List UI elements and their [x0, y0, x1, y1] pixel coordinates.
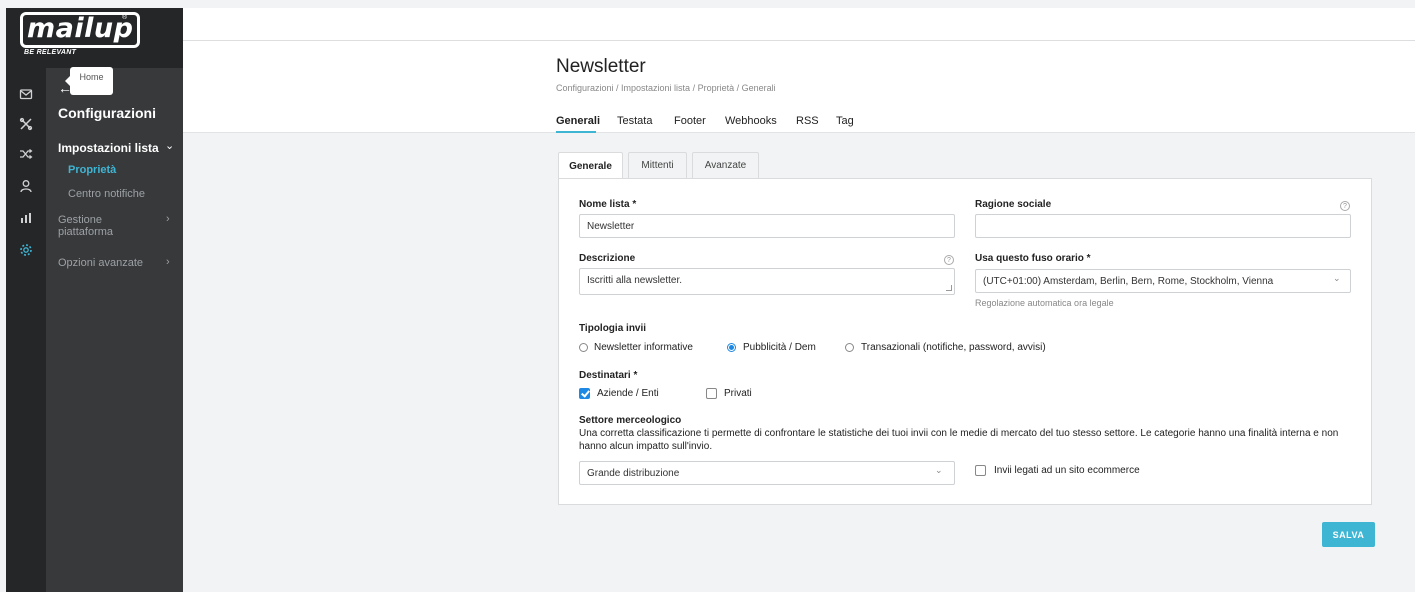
sidebar-item-impostazioni-lista[interactable]: Impostazioni lista [58, 141, 159, 155]
help-icon[interactable]: ? [1340, 201, 1350, 211]
sidebar-item-centro-notifiche[interactable]: Centro notifiche [68, 188, 145, 200]
recipients-label: Destinatari * [579, 370, 638, 381]
sidebar-item-gestione-piattaforma[interactable]: Gestione piattaforma [58, 214, 153, 238]
tab-webhooks[interactable]: Webhooks [725, 115, 777, 127]
radio-pubblicita-dem[interactable] [727, 343, 736, 352]
breadcrumb[interactable]: Configurazioni / Impostazioni lista / Pr… [556, 83, 776, 93]
timezone-select[interactable]: (UTC+01:00) Amsterdam, Berlin, Bern, Rom… [975, 269, 1351, 293]
timezone-hint: Regolazione automatica ora legale [975, 298, 1114, 308]
statistics-icon[interactable] [18, 210, 34, 226]
subtab-mittenti[interactable]: Mittenti [628, 152, 687, 178]
sector-select[interactable]: Grande distribuzione [579, 461, 955, 485]
checkbox-label: Invii legati ad un sito ecommerce [994, 465, 1140, 476]
checkbox-label: Privati [724, 388, 752, 399]
page-title: Newsletter [556, 56, 646, 77]
subtab-generale[interactable]: Generale [558, 152, 623, 179]
description-label: Descrizione [579, 253, 636, 264]
sector-label: Settore merceologico [579, 415, 682, 426]
resize-handle-icon[interactable] [946, 285, 952, 291]
tab-footer[interactable]: Footer [674, 115, 706, 127]
tab-rss[interactable]: RSS [796, 115, 819, 127]
active-tab-indicator [556, 131, 596, 133]
logo-tagline: BE RELEVANT [24, 49, 77, 56]
tab-testata[interactable]: Testata [617, 115, 652, 127]
radio-label: Pubblicità / Dem [743, 342, 816, 353]
chevron-down-icon: ⌄ [935, 465, 943, 475]
chevron-right-icon: › [166, 213, 170, 225]
sidebar-title: Configurazioni [58, 105, 156, 121]
chevron-right-icon: › [166, 256, 170, 268]
shuffle-icon[interactable] [18, 146, 34, 162]
help-icon[interactable]: ? [944, 255, 954, 265]
save-button[interactable]: SALVA [1322, 522, 1375, 547]
chevron-down-icon: ⌄ [165, 140, 175, 152]
company-label: Ragione sociale [975, 199, 1052, 210]
description-textarea[interactable]: Iscritti alla newsletter. [579, 268, 955, 295]
radio-newsletter-informative[interactable] [579, 343, 588, 352]
mail-icon[interactable] [18, 86, 34, 102]
list-name-input[interactable]: Newsletter [579, 214, 955, 238]
gear-icon[interactable] [18, 242, 34, 258]
radio-label: Transazionali (notifiche, password, avvi… [861, 342, 1046, 353]
logo-bar: mailup ® BE RELEVANT [6, 8, 183, 68]
company-input[interactable] [975, 214, 1351, 238]
list-name-label: Nome lista * [579, 199, 637, 210]
sidebar-item-proprieta[interactable]: Proprietà [68, 164, 116, 176]
radio-transazionali[interactable] [845, 343, 854, 352]
send-type-label: Tipologia invii [579, 323, 647, 334]
logo-registered-mark: ® [122, 14, 128, 21]
timezone-label: Usa questo fuso orario * [975, 253, 1091, 264]
checkbox-label: Aziende / Enti [597, 388, 659, 399]
top-bar [183, 8, 1415, 41]
tab-generali[interactable]: Generali [556, 115, 600, 127]
radio-label: Newsletter informative [594, 342, 693, 353]
chevron-down-icon: ⌄ [1333, 273, 1341, 283]
sector-description: Una corretta classificazione ti permette… [579, 428, 1339, 452]
tab-tag[interactable]: Tag [836, 115, 854, 127]
sidebar-item-opzioni-avanzate[interactable]: Opzioni avanzate [58, 257, 143, 269]
contacts-icon[interactable] [18, 178, 34, 194]
tools-icon[interactable] [18, 116, 34, 132]
home-tooltip: Home [65, 67, 113, 95]
checkbox-privati[interactable] [706, 388, 717, 399]
checkbox-aziende-enti[interactable] [579, 388, 590, 399]
checkbox-ecommerce[interactable] [975, 465, 986, 476]
subtab-avanzate[interactable]: Avanzate [692, 152, 759, 178]
